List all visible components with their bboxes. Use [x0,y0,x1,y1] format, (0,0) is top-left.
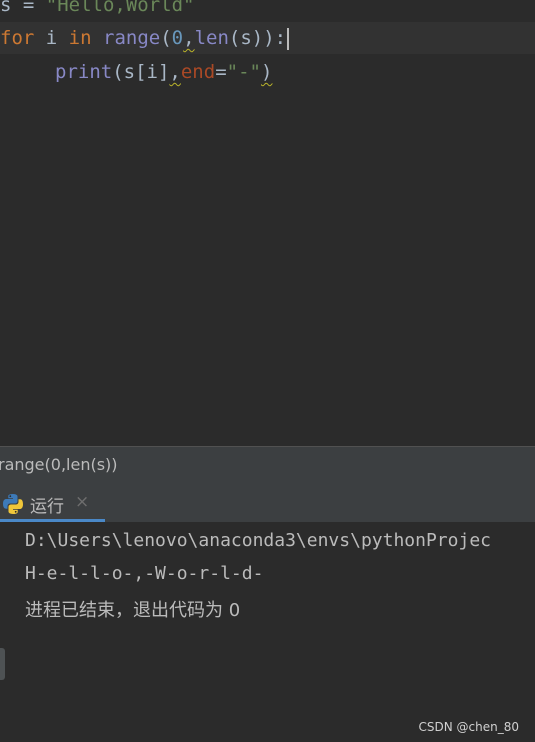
token-comma-warning: , [169,61,181,83]
close-icon[interactable]: × [75,492,89,512]
token-assign: = [11,0,46,16]
code-line-3[interactable]: print(s[i],end="-") [0,56,535,88]
python-icon [3,494,23,514]
run-tool-window-header: 运行 × [0,484,535,522]
console-line-command: D:\Users\lenovo\anaconda3\envs\pythonPro… [25,530,491,551]
token-args-close: (s)): [228,27,287,49]
code-editor[interactable]: s = "Hello,World" for i in range(0,len(s… [0,0,535,446]
breadcrumb-item[interactable]: range(0,len(s)) [0,455,118,474]
token-print: print [55,61,113,83]
token-paren-open: ( [160,27,172,49]
token-equals: = [215,61,227,83]
token-comma-warning: , [183,27,195,49]
console-line-output: H-e-l-l-o-,-W-o-r-l-d- [25,563,264,584]
token-string: "Hello,World" [45,0,195,16]
tab-run[interactable]: 运行 × [0,484,105,522]
code-line-1[interactable]: s = "Hello,World" [0,0,535,21]
token-print-arg: (s[i] [112,61,170,83]
token-len: len [194,27,229,49]
code-line-2[interactable]: for i in range(0,len(s)): [0,22,535,54]
token-paren-close-warning: ) [260,61,273,83]
token-keyword-for: for [0,27,35,49]
token-var: s [0,0,12,16]
breadcrumb: range(0,len(s)) [0,446,535,484]
run-console[interactable]: D:\Users\lenovo\anaconda3\envs\pythonPro… [0,522,535,742]
token-end-param: end [180,61,216,83]
console-line-exit-status: 进程已结束，退出代码为 0 [25,600,241,621]
token-string-dash: "-" [226,61,261,83]
console-gutter-handle[interactable] [0,648,5,680]
token-range: range [103,27,161,49]
token-keyword-in: in [68,27,92,49]
text-caret [287,27,290,50]
token-loop-var: i [34,27,69,49]
token-number: 0 [171,27,184,49]
watermark: CSDN @chen_80 [418,720,520,734]
tab-run-label: 运行 [30,497,64,517]
